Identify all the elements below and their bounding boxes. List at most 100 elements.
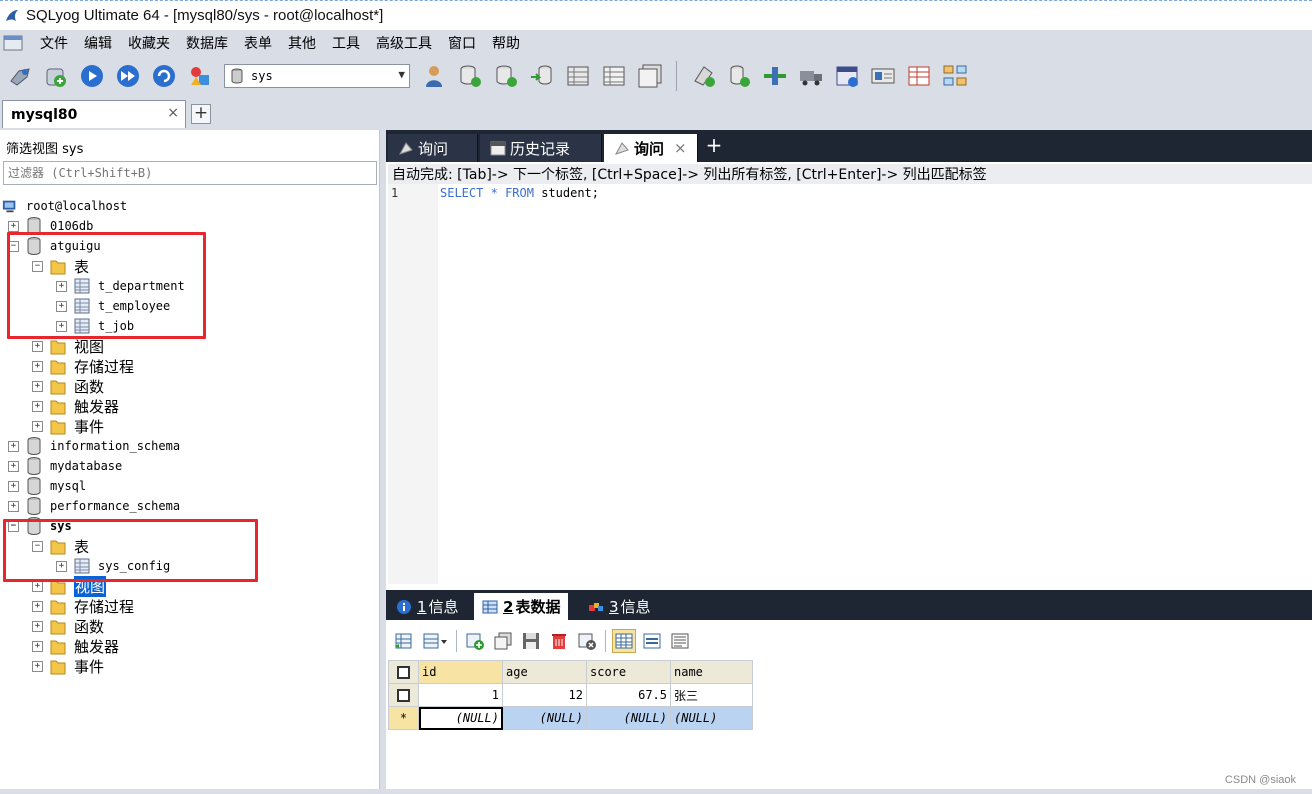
new-query-tab-button[interactable]: +: [704, 135, 724, 156]
tree-db-mydatabase[interactable]: + mydatabase: [8, 456, 122, 476]
expand-icon[interactable]: +: [32, 340, 43, 352]
menu-edit[interactable]: 编辑: [76, 33, 120, 53]
cell-id-null[interactable]: (NULL): [418, 706, 503, 730]
cell-age[interactable]: 12: [502, 683, 587, 707]
tree-folder-procedures-atguigu[interactable]: + 存储过程: [32, 356, 134, 376]
text-view-button[interactable]: [668, 629, 692, 653]
cell-age-null[interactable]: (NULL): [502, 706, 587, 730]
cancel-changes-button[interactable]: [575, 629, 599, 653]
tab-query-active[interactable]: 询问 ×: [604, 134, 698, 162]
save-button[interactable]: [519, 629, 543, 653]
new-query-button[interactable]: [40, 60, 72, 92]
tree-folder-functions-sys[interactable]: + 函数: [32, 616, 104, 636]
tree-folder-functions-atguigu[interactable]: + 函数: [32, 376, 104, 396]
column-header-id[interactable]: id: [418, 660, 503, 684]
sql-editor[interactable]: 1 SELECT * FROM student;: [388, 184, 1312, 584]
tab-query-1[interactable]: 询问: [388, 134, 478, 162]
restore-button[interactable]: [723, 60, 755, 92]
expand-icon[interactable]: +: [32, 660, 43, 672]
export-button[interactable]: [392, 629, 416, 653]
tree-folder-triggers-sys[interactable]: + 触发器: [32, 636, 119, 656]
filter-input[interactable]: [3, 161, 377, 185]
cell-name[interactable]: 张三: [670, 683, 753, 707]
table-data-button[interactable]: [634, 60, 666, 92]
database-selector[interactable]: sys ▼: [224, 64, 410, 88]
menu-database[interactable]: 数据库: [178, 33, 236, 53]
tree-db-information-schema[interactable]: + information_schema: [8, 436, 180, 456]
expand-icon[interactable]: +: [32, 620, 43, 632]
expand-icon[interactable]: +: [8, 220, 19, 232]
menu-help[interactable]: 帮助: [484, 33, 528, 53]
result-grid[interactable]: id age score name 1 12 67.5 张三 * (NULL) …: [388, 660, 753, 730]
grid-view-button[interactable]: [612, 629, 636, 653]
scheduler-button[interactable]: [831, 60, 863, 92]
export-table-button[interactable]: [562, 60, 594, 92]
connection-tab-mysql80[interactable]: mysql80 ×: [2, 100, 186, 128]
expand-icon[interactable]: +: [32, 380, 43, 392]
user-manager-button[interactable]: [418, 60, 450, 92]
menu-file[interactable]: 文件: [32, 33, 76, 53]
expand-icon[interactable]: +: [32, 600, 43, 612]
menu-favorites[interactable]: 收藏夹: [120, 33, 178, 53]
expand-icon[interactable]: +: [8, 460, 19, 472]
select-all-checkbox[interactable]: [388, 660, 419, 684]
schema-designer-button[interactable]: [939, 60, 971, 92]
import-dropdown-button[interactable]: [420, 629, 450, 653]
row-checkbox[interactable]: [388, 683, 419, 707]
backup-button[interactable]: [687, 60, 719, 92]
import-button[interactable]: [526, 60, 558, 92]
tree-root-connection[interactable]: root@localhost: [2, 196, 127, 216]
menu-tools[interactable]: 工具: [324, 33, 368, 53]
tree-folder-procedures-sys[interactable]: + 存储过程: [32, 596, 134, 616]
execute-query-button[interactable]: [76, 60, 108, 92]
tree-folder-views-atguigu[interactable]: + 视图: [32, 336, 104, 356]
expand-icon[interactable]: +: [32, 580, 43, 592]
expand-icon[interactable]: +: [8, 480, 19, 492]
copy-database-button[interactable]: [490, 60, 522, 92]
expand-icon[interactable]: +: [32, 640, 43, 652]
tree-db-mysql[interactable]: + mysql: [8, 476, 86, 496]
expand-icon[interactable]: +: [32, 420, 43, 432]
menu-others[interactable]: 其他: [280, 33, 324, 53]
tree-folder-events-atguigu[interactable]: + 事件: [32, 416, 104, 436]
sql-line[interactable]: SELECT * FROM student;: [440, 186, 599, 200]
close-icon[interactable]: ×: [167, 105, 179, 121]
table-row[interactable]: 1 12 67.5 张三: [388, 683, 753, 707]
query-builder-button[interactable]: [903, 60, 935, 92]
expand-icon[interactable]: +: [32, 360, 43, 372]
refresh-button[interactable]: [148, 60, 180, 92]
new-connection-button[interactable]: [4, 60, 36, 92]
new-row[interactable]: * (NULL) (NULL) (NULL) (NULL): [388, 706, 753, 730]
menu-advanced-tools[interactable]: 高级工具: [368, 33, 440, 53]
create-database-button[interactable]: [454, 60, 486, 92]
panel-splitter[interactable]: [380, 130, 386, 790]
tree-db-performance-schema[interactable]: + performance_schema: [8, 496, 180, 516]
expand-icon[interactable]: +: [8, 440, 19, 452]
schema-button[interactable]: [184, 60, 216, 92]
column-header-score[interactable]: score: [586, 660, 671, 684]
expand-icon[interactable]: +: [32, 400, 43, 412]
cell-name-null[interactable]: (NULL): [670, 706, 753, 730]
column-header-name[interactable]: name: [670, 660, 753, 684]
migration-button[interactable]: [795, 60, 827, 92]
cell-score-null[interactable]: (NULL): [586, 706, 671, 730]
menu-table[interactable]: 表单: [236, 33, 280, 53]
table-structure-button[interactable]: [598, 60, 630, 92]
tree-folder-events-sys[interactable]: + 事件: [32, 656, 104, 676]
cell-id[interactable]: 1: [418, 683, 503, 707]
tab-messages-1[interactable]: 1 信息: [388, 593, 467, 620]
tab-messages-3[interactable]: 3 信息: [580, 593, 659, 620]
tab-table-data[interactable]: 2 表数据: [474, 593, 569, 620]
expand-icon[interactable]: +: [8, 500, 19, 512]
form-view-button[interactable]: [640, 629, 664, 653]
execute-all-button[interactable]: [112, 60, 144, 92]
duplicate-row-button[interactable]: [491, 629, 515, 653]
menu-window[interactable]: 窗口: [440, 33, 484, 53]
notifications-button[interactable]: [867, 60, 899, 92]
close-icon[interactable]: ×: [674, 139, 687, 157]
delete-button[interactable]: [547, 629, 571, 653]
new-connection-tab-button[interactable]: +: [191, 104, 211, 124]
tab-history[interactable]: 历史记录: [480, 134, 602, 162]
tree-folder-triggers-atguigu[interactable]: + 触发器: [32, 396, 119, 416]
insert-row-button[interactable]: [463, 629, 487, 653]
